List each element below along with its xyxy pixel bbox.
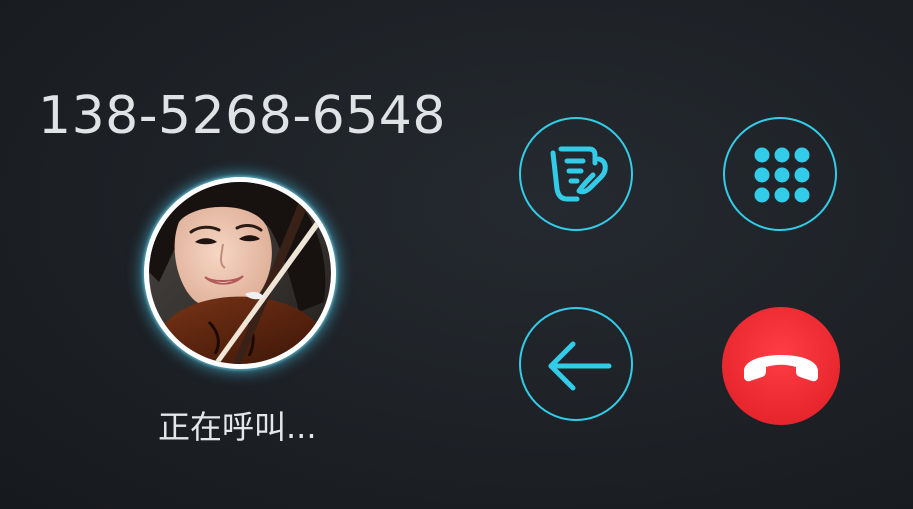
back-button[interactable] xyxy=(519,307,633,421)
avatar-photo xyxy=(149,182,331,364)
hang-up-icon xyxy=(744,355,818,382)
phone-number: 138-5268-6548 xyxy=(38,86,446,146)
call-status: 正在呼叫... xyxy=(158,408,317,446)
notes-phone-icon xyxy=(550,146,608,202)
hang-up-button[interactable] xyxy=(722,307,840,425)
notes-button[interactable] xyxy=(519,117,633,231)
keypad-button[interactable] xyxy=(723,117,837,231)
calling-screen: 138-5268-6548 正在呼叫... xyxy=(0,0,913,509)
arrow-left-icon xyxy=(548,341,612,391)
contact-avatar xyxy=(144,177,336,369)
dialpad-icon xyxy=(754,147,810,203)
